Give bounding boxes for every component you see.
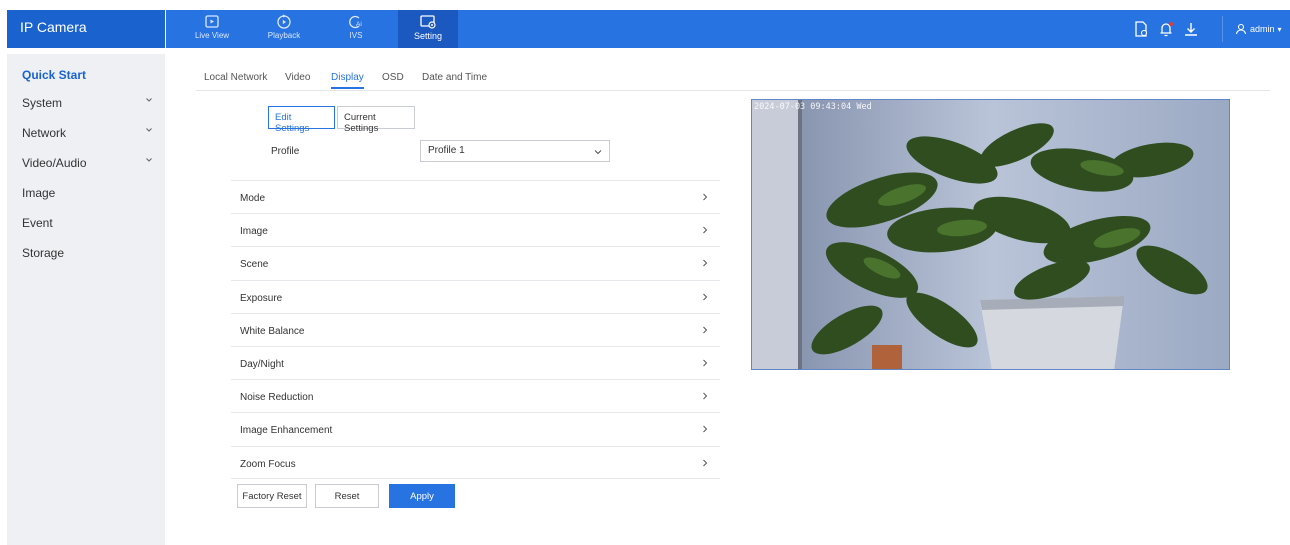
section-mode[interactable]: Mode bbox=[231, 180, 720, 213]
nav-playback-label: Playback bbox=[267, 31, 301, 40]
tab-video[interactable]: Video bbox=[285, 72, 310, 87]
svg-text:Ai: Ai bbox=[356, 21, 362, 28]
sidebar-item-video-audio[interactable]: Video/Audio bbox=[7, 149, 165, 177]
section-label: Image Enhancement bbox=[240, 425, 333, 437]
tab-osd[interactable]: OSD bbox=[382, 72, 404, 87]
chevron-right-icon bbox=[703, 459, 708, 466]
ivs-icon: Ai bbox=[349, 15, 362, 29]
live-preview: 2024-07-03 09:43:04 Wed bbox=[751, 99, 1230, 370]
sidebar-item-network[interactable]: Network bbox=[7, 119, 165, 147]
sidebar-item-label: System bbox=[22, 96, 63, 110]
settings-sections: Mode Image Scene Exposure White Balance … bbox=[231, 180, 720, 479]
sidebar-item-label: Image bbox=[22, 186, 56, 200]
sidebar: Quick Start System Network Video/Audio I… bbox=[7, 54, 165, 545]
section-label: White Balance bbox=[240, 325, 305, 337]
section-label: Noise Reduction bbox=[240, 392, 314, 404]
nav-playback[interactable]: Playback bbox=[254, 10, 314, 48]
sidebar-item-label: Event bbox=[22, 216, 53, 230]
profile-label: Profile bbox=[271, 146, 300, 157]
settings-tabs: Local Network Video Display OSD Date and… bbox=[196, 70, 1270, 91]
section-label: Mode bbox=[240, 193, 266, 204]
chevron-right-icon bbox=[703, 193, 708, 201]
section-zoom-focus[interactable]: Zoom Focus bbox=[231, 445, 720, 479]
document-icon[interactable] bbox=[1132, 20, 1150, 38]
section-label: Zoom Focus bbox=[240, 458, 296, 470]
section-label: Day/Night bbox=[240, 358, 284, 370]
profile-select-value: Profile 1 bbox=[428, 145, 465, 156]
chevron-right-icon bbox=[703, 226, 708, 234]
profile-select[interactable]: Profile 1 bbox=[420, 140, 610, 162]
nav-ivs-label: IVS bbox=[349, 31, 363, 40]
chevron-right-icon bbox=[703, 260, 708, 267]
setting-icon bbox=[420, 15, 436, 29]
section-white-balance[interactable]: White Balance bbox=[231, 312, 720, 346]
factory-reset-button[interactable]: Factory Reset bbox=[237, 484, 307, 508]
chevron-right-icon bbox=[703, 359, 708, 367]
sidebar-item-image[interactable]: Image bbox=[7, 179, 165, 207]
nav-live-view[interactable]: Live View bbox=[182, 10, 242, 48]
user-icon bbox=[1235, 23, 1247, 35]
section-label: Exposure bbox=[240, 292, 283, 304]
download-icon[interactable] bbox=[1182, 20, 1200, 38]
chevron-right-icon bbox=[703, 392, 708, 400]
sidebar-item-storage[interactable]: Storage bbox=[7, 239, 165, 267]
sidebar-item-label: Network bbox=[22, 126, 67, 140]
nav-live-view-label: Live View bbox=[194, 31, 230, 40]
section-day-night[interactable]: Day/Night bbox=[231, 345, 720, 379]
chevron-down-icon bbox=[594, 150, 602, 155]
user-caret-icon: ▾ bbox=[1277, 24, 1282, 34]
main-nav: Live View Playback Ai IVS Setting admin … bbox=[166, 10, 1290, 48]
tab-date-and-time[interactable]: Date and Time bbox=[422, 72, 487, 87]
chevron-down-icon bbox=[146, 158, 152, 162]
top-bar: IP Camera Live View Playback Ai IVS Sett… bbox=[0, 0, 1290, 48]
sidebar-item-label: Video/Audio bbox=[22, 156, 87, 170]
edit-settings-button[interactable]: Edit Settings bbox=[268, 106, 335, 134]
chevron-right-icon bbox=[703, 326, 708, 334]
section-image-enhancement[interactable]: Image Enhancement bbox=[231, 412, 720, 445]
current-settings-button[interactable]: Current Settings bbox=[337, 106, 415, 134]
bell-icon[interactable] bbox=[1157, 20, 1175, 38]
sidebar-item-quick-start[interactable]: Quick Start bbox=[7, 61, 165, 89]
sidebar-item-label: Storage bbox=[22, 246, 65, 260]
tab-display[interactable]: Display bbox=[331, 72, 364, 89]
tab-local-network[interactable]: Local Network bbox=[204, 72, 267, 87]
chevron-down-icon bbox=[146, 128, 152, 132]
playback-icon bbox=[277, 14, 291, 29]
reset-button[interactable]: Reset bbox=[315, 484, 379, 508]
user-menu[interactable]: admin ▾ bbox=[1222, 16, 1282, 42]
nav-setting[interactable]: Setting bbox=[398, 10, 458, 48]
section-scene[interactable]: Scene bbox=[231, 246, 720, 279]
section-label: Image bbox=[240, 226, 268, 238]
section-label: Scene bbox=[240, 259, 269, 271]
app-title: IP Camera bbox=[7, 10, 165, 48]
camera-feed-image bbox=[752, 100, 1229, 369]
sidebar-item-label: Quick Start bbox=[22, 68, 87, 82]
nav-ivs[interactable]: Ai IVS bbox=[326, 10, 386, 48]
user-name: admin bbox=[1250, 24, 1275, 34]
section-image[interactable]: Image bbox=[231, 213, 720, 246]
live-view-icon bbox=[205, 15, 219, 28]
chevron-right-icon bbox=[703, 425, 708, 433]
sidebar-item-event[interactable]: Event bbox=[7, 209, 165, 237]
section-noise-reduction[interactable]: Noise Reduction bbox=[231, 379, 720, 412]
chevron-down-icon bbox=[146, 98, 152, 102]
chevron-right-icon bbox=[703, 293, 708, 300]
apply-button[interactable]: Apply bbox=[389, 484, 455, 508]
preview-timestamp: 2024-07-03 09:43:04 Wed bbox=[754, 102, 872, 112]
nav-setting-label: Setting bbox=[413, 31, 443, 41]
sidebar-item-system[interactable]: System bbox=[7, 89, 165, 117]
section-exposure[interactable]: Exposure bbox=[231, 279, 720, 313]
